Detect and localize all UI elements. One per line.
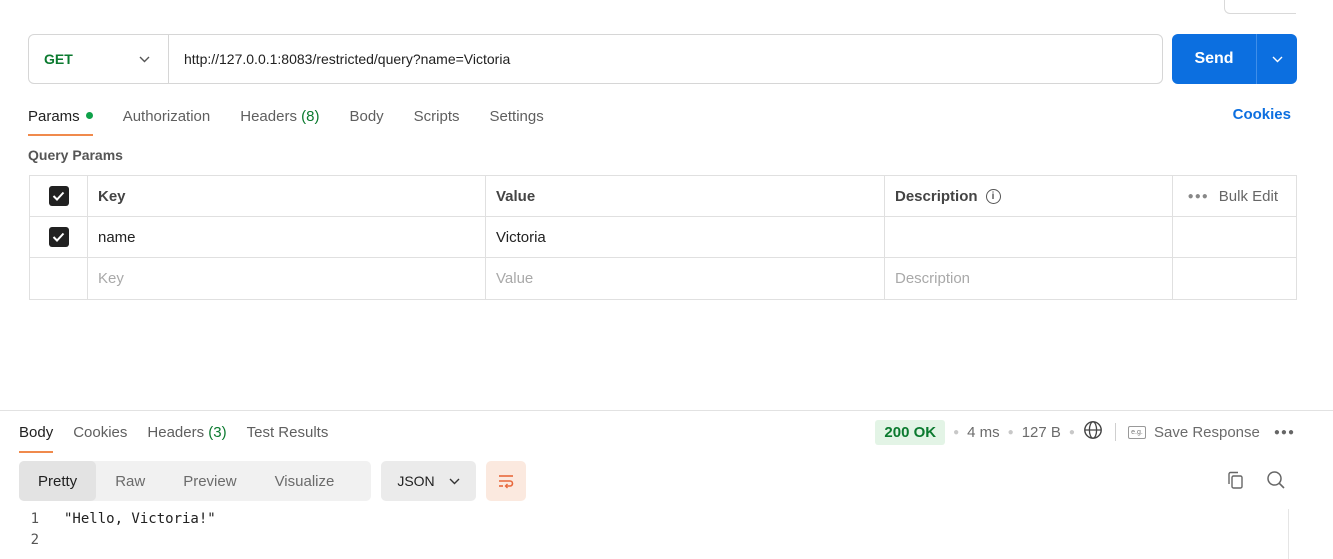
tab-response-body[interactable]: Body xyxy=(19,423,54,453)
save-response-button[interactable]: Save Response xyxy=(1154,424,1260,441)
column-header-value: Value xyxy=(486,176,885,216)
line-number: 1 xyxy=(30,510,39,527)
separator-dot: ● xyxy=(953,426,960,438)
tab-label: Settings xyxy=(489,107,544,125)
chevron-down-icon xyxy=(139,52,150,66)
tab-label: Body xyxy=(349,107,384,125)
tab-label: Body xyxy=(19,423,54,441)
view-mode-group: Pretty Raw Preview Visualize xyxy=(19,461,371,501)
cookies-link[interactable]: Cookies xyxy=(1233,106,1291,123)
view-preview[interactable]: Preview xyxy=(164,461,255,501)
send-button-group: Send xyxy=(1172,34,1297,84)
response-status-bar: 200 OK ● 4 ms ● 127 B ● e.g. Save Respon… xyxy=(875,419,1295,445)
tab-label: Params xyxy=(28,107,80,125)
tab-label: Cookies xyxy=(73,423,128,441)
view-visualize[interactable]: Visualize xyxy=(256,461,354,501)
tab-label: Headers xyxy=(147,423,205,441)
code-line: 1 "Hello, Victoria!" xyxy=(0,508,216,529)
copy-icon[interactable] xyxy=(1227,471,1244,493)
search-icon[interactable] xyxy=(1266,470,1286,493)
select-all-cell xyxy=(30,176,88,216)
response-body-code[interactable]: 1 "Hello, Victoria!" 2 xyxy=(0,508,216,550)
bulk-edit-label: Bulk Edit xyxy=(1218,187,1278,205)
tab-authorization[interactable]: Authorization xyxy=(123,108,211,125)
chevron-down-icon xyxy=(449,478,460,484)
pane-divider[interactable] xyxy=(0,410,1333,411)
url-input[interactable]: http://127.0.0.1:8083/restricted/query?n… xyxy=(169,51,510,67)
tab-headers[interactable]: Headers (8) xyxy=(240,108,319,125)
wrap-lines-button[interactable] xyxy=(486,461,526,501)
column-header-description: Description i xyxy=(885,176,1173,216)
code-text: "Hello, Victoria!" xyxy=(64,510,216,527)
separator-dot: ● xyxy=(1068,426,1075,438)
tab-body[interactable]: Body xyxy=(349,108,383,125)
status-divider xyxy=(1114,423,1116,441)
code-line: 2 xyxy=(0,529,216,550)
tab-label: Authorization xyxy=(122,107,211,125)
tab-label: Headers xyxy=(240,107,297,125)
response-tabs: Body Cookies Headers (3) Test Results xyxy=(19,422,348,453)
tab-response-headers[interactable]: Headers (3) xyxy=(147,424,226,441)
table-header-row: Key Value Description i ●●● Bulk Edit xyxy=(30,176,1296,217)
view-raw[interactable]: Raw xyxy=(96,461,164,501)
request-tabs: Params Authorization Headers (8) Body Sc… xyxy=(28,104,574,136)
new-description-input[interactable]: Description xyxy=(885,258,1173,299)
param-description-cell[interactable] xyxy=(885,217,1173,257)
row-check-cell xyxy=(30,258,88,299)
view-pretty[interactable]: Pretty xyxy=(19,461,97,501)
tab-test-results[interactable]: Test Results xyxy=(247,424,329,441)
tab-response-cookies[interactable]: Cookies xyxy=(73,424,127,441)
more-options-icon: ●●● xyxy=(1187,190,1209,202)
table-row-new: Key Value Description xyxy=(30,258,1296,299)
tab-scripts[interactable]: Scripts xyxy=(414,108,460,125)
bulk-edit-button[interactable]: ●●● Bulk Edit xyxy=(1173,176,1296,216)
response-time[interactable]: 4 ms xyxy=(967,424,1000,441)
save-response-icon: e.g. xyxy=(1127,425,1146,439)
param-key-cell[interactable]: name xyxy=(88,217,486,257)
response-size[interactable]: 127 B xyxy=(1022,424,1061,441)
info-icon[interactable]: i xyxy=(985,188,1001,204)
check-icon xyxy=(52,191,65,201)
separator-dot: ● xyxy=(1007,426,1014,438)
more-options-icon[interactable]: ●●● xyxy=(1274,427,1295,438)
line-number: 2 xyxy=(30,531,39,548)
new-value-input[interactable]: Value xyxy=(486,258,885,299)
row-check-cell xyxy=(30,217,88,257)
status-badge[interactable]: 200 OK xyxy=(875,419,946,445)
tab-label: Test Results xyxy=(246,423,329,441)
format-label: JSON xyxy=(397,473,435,489)
active-tab-underline xyxy=(19,450,54,453)
response-scrollbar[interactable] xyxy=(1288,509,1298,559)
method-select[interactable]: GET xyxy=(29,35,169,83)
query-params-table: Key Value Description i ●●● Bulk Edit na… xyxy=(29,175,1297,300)
select-all-checkbox[interactable] xyxy=(48,186,69,206)
globe-icon[interactable] xyxy=(1083,420,1103,444)
query-params-title: Query Params xyxy=(28,147,123,163)
param-value-cell[interactable]: Victoria xyxy=(486,217,885,257)
tab-params[interactable]: Params xyxy=(28,107,93,136)
tab-count: (3) xyxy=(208,423,227,441)
wrap-lines-icon xyxy=(499,475,514,489)
tab-label: Scripts xyxy=(413,107,460,125)
method-label: GET xyxy=(44,51,73,67)
row-actions-cell xyxy=(1173,217,1296,257)
column-header-description-label: Description xyxy=(895,187,978,205)
request-url-bar: GET http://127.0.0.1:8083/restricted/que… xyxy=(28,34,1163,84)
send-options-button[interactable] xyxy=(1257,52,1297,66)
row-actions-cell xyxy=(1173,258,1296,299)
format-select[interactable]: JSON xyxy=(381,461,476,501)
tab-settings[interactable]: Settings xyxy=(490,108,544,125)
new-key-input[interactable]: Key xyxy=(88,258,486,299)
row-checkbox[interactable] xyxy=(48,227,69,247)
column-header-key: Key xyxy=(88,176,486,216)
send-button[interactable]: Send xyxy=(1172,50,1256,68)
params-active-dot xyxy=(85,111,93,119)
tab-count: (8) xyxy=(301,107,320,125)
check-icon xyxy=(52,232,65,242)
chevron-down-icon xyxy=(1272,56,1282,63)
active-tab-underline xyxy=(28,133,93,136)
window-edge-stub xyxy=(1224,0,1296,14)
table-row: name Victoria xyxy=(30,217,1296,258)
